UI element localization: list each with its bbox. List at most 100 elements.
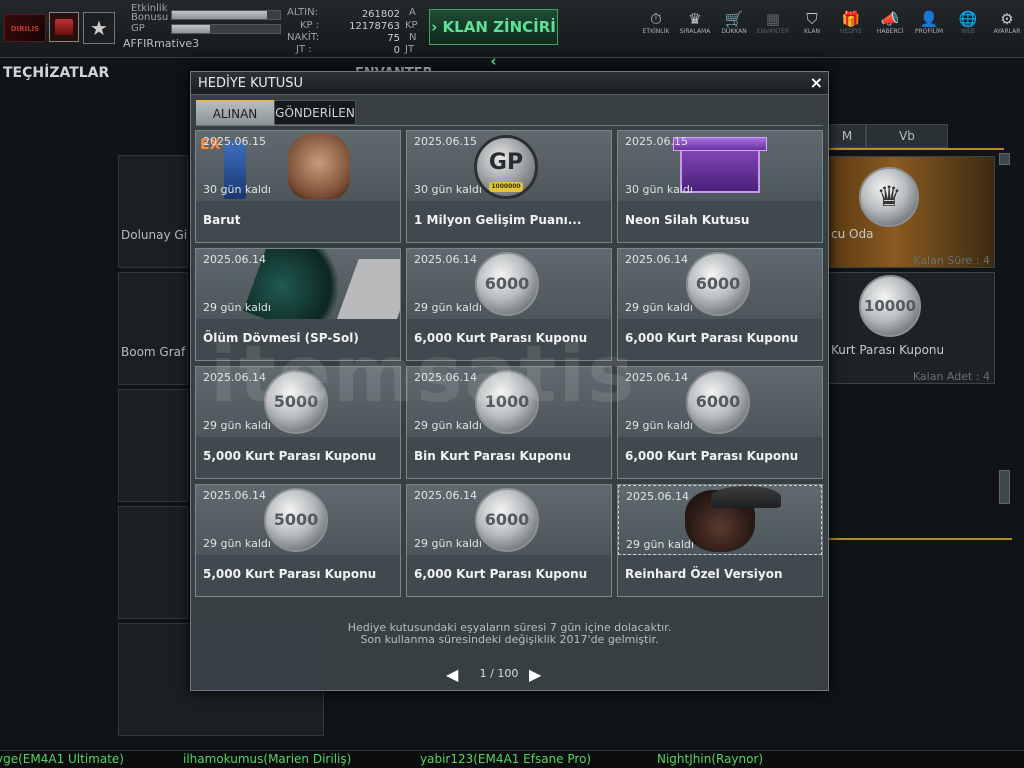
nav-icon: 📣 bbox=[880, 10, 900, 28]
gift-date: 2025.06.14 bbox=[625, 253, 688, 266]
coin-icon: 5000 bbox=[264, 370, 328, 434]
gift-date: 2025.06.14 bbox=[203, 253, 266, 266]
gift-date: 2025.06.14 bbox=[414, 489, 477, 502]
nav-icon: 🛒 bbox=[724, 10, 744, 28]
gift-thumbnail: 2025.06.14 29 gün kaldı bbox=[618, 485, 822, 555]
nav-icon: ⏱ bbox=[650, 10, 662, 28]
gift-days-left: 29 gün kaldı bbox=[203, 537, 271, 550]
gift-days-left: 30 gün kaldı bbox=[625, 183, 693, 196]
coin-icon: 6000 bbox=[686, 370, 750, 434]
nav-item-profi̇li̇m[interactable]: 👤 PROFİLİM bbox=[911, 10, 947, 36]
scroll-up-button[interactable] bbox=[999, 153, 1010, 165]
gift-card[interactable]: GP 1000000 2025.06.15 30 gün kaldı 1 Milyon … bbox=[406, 130, 612, 243]
nav-label: SIRALAMA bbox=[679, 28, 711, 35]
coin-icon: 1000 bbox=[475, 370, 539, 434]
gift-days-left: 29 gün kaldı bbox=[203, 301, 271, 314]
gift-date: 2025.06.15 bbox=[203, 135, 266, 148]
close-icon[interactable]: × bbox=[810, 73, 823, 92]
gift-name: 6,000 Kurt Parası Kuponu bbox=[625, 331, 799, 345]
jt-label: JT : bbox=[296, 44, 312, 55]
tab-sent[interactable]: GÖNDERİLEN bbox=[274, 100, 356, 125]
gift-thumbnail: GP 1000000 2025.06.15 30 gün kaldı bbox=[407, 131, 611, 201]
inventory-item-title: Kurt Parası Kuponu bbox=[831, 343, 945, 357]
cash-value: 75 bbox=[387, 33, 400, 44]
tab-received[interactable]: ALINAN bbox=[196, 100, 274, 125]
nav-item-klan[interactable]: ⛉ KLAN bbox=[794, 10, 830, 36]
nav-label: ETKİNLİK bbox=[642, 28, 670, 35]
gift-card[interactable]: 2025.06.15 30 gün kaldı Neon Silah Kutusu bbox=[617, 130, 823, 243]
gift-name: 5,000 Kurt Parası Kuponu bbox=[203, 449, 377, 463]
gp-progress-bar bbox=[171, 24, 281, 34]
page-title: TEÇHİZATLAR bbox=[3, 65, 110, 81]
star-icon[interactable]: ★ bbox=[83, 12, 115, 44]
inventory-tab-m[interactable]: M bbox=[828, 124, 866, 148]
gift-name: 5,000 Kurt Parası Kuponu bbox=[203, 567, 377, 581]
nav-icon: 🌐 bbox=[958, 10, 978, 28]
nav-icon: 🎁 bbox=[841, 10, 861, 28]
bonus-label: Bonusu bbox=[131, 12, 169, 23]
nav-item-dükkan[interactable]: 🛒 DÜKKAN bbox=[716, 10, 752, 36]
nav-item-haberci̇[interactable]: 📣 HABERCİ bbox=[872, 10, 908, 36]
gift-days-left: 29 gün kaldı bbox=[414, 419, 482, 432]
equipment-slot-2[interactable]: Boom Graf bbox=[118, 272, 188, 385]
gift-date: 2025.06.14 bbox=[414, 253, 477, 266]
equipment-slot-label: Dolunay Gi bbox=[121, 228, 188, 242]
nav-item-ayarlar[interactable]: ⚙ AYARLAR bbox=[989, 10, 1024, 36]
nav-item-web[interactable]: 🌐 WEB bbox=[950, 10, 986, 36]
character-portrait bbox=[288, 133, 350, 199]
gift-date: 2025.06.15 bbox=[625, 135, 688, 148]
gift-thumbnail: EX 2025.06.15 30 gün kaldı bbox=[196, 131, 400, 201]
gift-date: 2025.06.14 bbox=[625, 371, 688, 384]
equipment-slot-3[interactable] bbox=[118, 389, 188, 502]
ticker-entry: ilhamokumus(Marien Diriliş) bbox=[183, 752, 352, 766]
kp-value: 12178763 bbox=[349, 21, 400, 32]
top-bar: DIRILIS ★ Etkinlik Bonusu GP AFFIRmative… bbox=[0, 0, 1024, 70]
prev-page-icon[interactable]: ◀ bbox=[446, 665, 458, 685]
coin-icon: 10000 bbox=[859, 275, 921, 337]
rank-badge-icon[interactable] bbox=[49, 12, 79, 42]
gift-card[interactable]: 5000 2025.06.14 29 gün kaldı 5,000 Kurt Par… bbox=[195, 366, 401, 479]
gift-days-left: 29 gün kaldı bbox=[203, 419, 271, 432]
gift-card[interactable]: EX 2025.06.15 30 gün kaldı Barut bbox=[195, 130, 401, 243]
gift-name: Ölüm Dövmesi (SP-Sol) bbox=[203, 331, 359, 345]
inventory-item-coupon[interactable]: 10000 Kurt Parası Kuponu Kalan Adet : 4 bbox=[828, 272, 995, 384]
inventory-item-room[interactable]: ♛ cu Oda Kalan Süre : 4 bbox=[828, 156, 995, 268]
gift-card[interactable]: 1000 2025.06.14 29 gün kaldı Bin Kurt Paras… bbox=[406, 366, 612, 479]
inventory-tab-vb[interactable]: Vb bbox=[866, 124, 948, 148]
gift-card[interactable]: 6000 2025.06.14 29 gün kaldı 6,000 Kurt Par… bbox=[406, 484, 612, 597]
ticker-entry: yge(EM4A1 Ultimate) bbox=[0, 752, 124, 766]
tab-underline bbox=[828, 148, 1004, 150]
nav-icon: 👤 bbox=[919, 10, 939, 28]
chat-ticker: yge(EM4A1 Ultimate) ilhamokumus(Marien D… bbox=[0, 750, 1024, 768]
tab-divider bbox=[196, 125, 823, 126]
gift-thumbnail: 1000 2025.06.14 29 gün kaldı bbox=[407, 367, 611, 437]
inventory-item-sub: Kalan Süre : 4 bbox=[913, 254, 990, 267]
gold-label: ALTIN: bbox=[287, 7, 318, 18]
nav-item-siralama[interactable]: ♛ SIRALAMA bbox=[677, 10, 713, 36]
gift-card[interactable]: 6000 2025.06.14 29 gün kaldı 6,000 Kurt Par… bbox=[617, 366, 823, 479]
next-page-icon[interactable]: ▶ bbox=[529, 665, 541, 685]
gift-card[interactable]: 6000 2025.06.14 29 gün kaldı 6,000 Kurt Par… bbox=[617, 248, 823, 361]
nav-item-envanter[interactable]: ▦ ENVANTER bbox=[755, 10, 791, 36]
gift-days-left: 29 gün kaldı bbox=[414, 537, 482, 550]
gift-name: Bin Kurt Parası Kuponu bbox=[414, 449, 572, 463]
gift-card[interactable]: 2025.06.14 29 gün kaldı Reinhard Özel Vers… bbox=[617, 484, 823, 597]
scrollbar-thumb[interactable] bbox=[999, 470, 1010, 504]
nav-label: WEB bbox=[961, 28, 975, 35]
gift-card[interactable]: 5000 2025.06.14 29 gün kaldı 5,000 Kurt Par… bbox=[195, 484, 401, 597]
equipment-slot-1[interactable]: Dolunay Gi bbox=[118, 155, 188, 268]
nav-icon: ▦ bbox=[765, 10, 781, 28]
nav-item-hedi̇ye[interactable]: 🎁 HEDİYE bbox=[833, 10, 869, 36]
page-indicator: 1 / 100 bbox=[479, 667, 519, 680]
gift-card[interactable]: 6000 2025.06.14 29 gün kaldı 6,000 Kurt Par… bbox=[406, 248, 612, 361]
expiry-note: Hediye kutusundaki eşyaların süresi 7 gü… bbox=[191, 622, 828, 646]
clan-chain-button[interactable]: › KLAN ZİNCİRİ ‹ bbox=[429, 9, 558, 70]
gift-date: 2025.06.15 bbox=[414, 135, 477, 148]
gift-card[interactable]: 2025.06.14 29 gün kaldı Ölüm Dövmesi (SP-S… bbox=[195, 248, 401, 361]
gift-thumbnail: 6000 2025.06.14 29 gün kaldı bbox=[407, 249, 611, 319]
nav-item-etki̇nli̇k[interactable]: ⏱ ETKİNLİK bbox=[638, 10, 674, 36]
expiry-note-line: Son kullanma süresindeki değişiklik 2017… bbox=[360, 633, 659, 646]
equipment-slot-4[interactable] bbox=[118, 506, 188, 619]
gift-name: 6,000 Kurt Parası Kuponu bbox=[625, 449, 799, 463]
equipment-slot-label: Boom Graf bbox=[121, 345, 186, 359]
